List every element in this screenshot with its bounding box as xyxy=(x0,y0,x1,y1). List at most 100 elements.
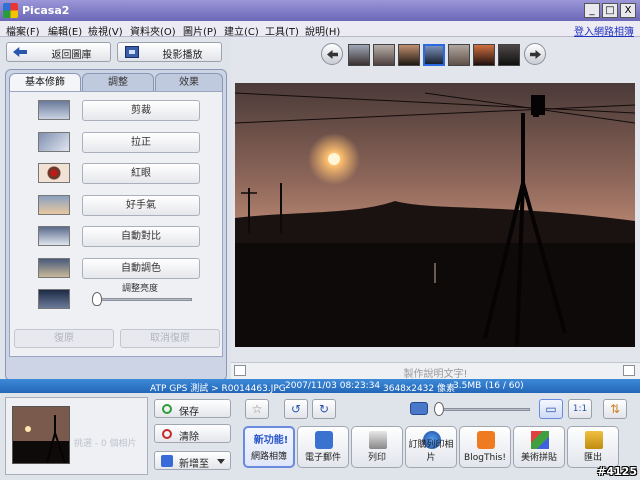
edit-panel: 返回圖庫 投影播放 基本修飾 調整 效果 剪裁 拉正 紅眼 好手氣 自動對比 自… xyxy=(0,37,231,381)
menu-picture[interactable]: 圖片(P) xyxy=(183,23,217,38)
arrow-right-icon xyxy=(530,50,541,59)
hold-label: 保存 xyxy=(179,407,199,418)
slideshow-label: 投影播放 xyxy=(162,50,203,61)
blogger-icon xyxy=(477,431,495,449)
minimize-button[interactable]: _ xyxy=(584,3,600,18)
rotate-right-button[interactable]: ↻ xyxy=(312,399,336,419)
photo-tray-panel: 挑選 - 0 個相片 保存 清除 新增至 ☆ ↺ ↻ ▭ 1:1 ⇅ 新功能! … xyxy=(0,393,640,480)
clear-icon xyxy=(162,429,172,439)
tab-effects[interactable]: 效果 xyxy=(155,73,223,91)
menu-file[interactable]: 檔案(F) xyxy=(6,23,40,38)
add-to-button[interactable]: 新增至 xyxy=(154,451,231,470)
tab-basic-fixes[interactable]: 基本修飾 xyxy=(9,73,81,91)
maximize-button[interactable]: □ xyxy=(602,3,618,18)
tray-thumbnail[interactable] xyxy=(12,406,70,464)
rotate-left-button[interactable]: ↺ xyxy=(284,399,308,419)
caption-input[interactable]: 製作說明文字! xyxy=(231,365,640,380)
menu-folder[interactable]: 資料夾(O) xyxy=(130,23,176,38)
zoom-slider-track[interactable] xyxy=(436,408,530,411)
fill-light-slider-track[interactable] xyxy=(96,298,192,301)
straighten-button[interactable]: 拉正 xyxy=(82,132,200,153)
filmstrip-thumb[interactable] xyxy=(498,44,520,66)
email-label: 電子郵件 xyxy=(304,453,341,463)
crop-preview-icon xyxy=(38,100,70,120)
clear-label: 清除 xyxy=(179,432,199,443)
filmstrip-thumb-selected[interactable] xyxy=(423,44,445,66)
filmstrip-thumb[interactable] xyxy=(448,44,470,66)
tab-tuning[interactable]: 調整 xyxy=(82,73,154,91)
collage-icon xyxy=(531,431,549,449)
new-feature-badge: 新功能! xyxy=(253,435,289,446)
web-album-button[interactable]: 新功能! 網路相簿 xyxy=(243,426,295,468)
hold-button[interactable]: 保存 xyxy=(154,399,231,418)
fit-view-button[interactable]: ▭ xyxy=(539,399,563,419)
order-prints-label: 訂購列印相片 xyxy=(408,440,454,463)
next-photo-button[interactable] xyxy=(524,43,546,65)
caption-trash-icon[interactable] xyxy=(623,365,635,376)
add-to-label: 新增至 xyxy=(179,459,209,470)
menu-edit[interactable]: 編輯(E) xyxy=(48,23,82,38)
email-button[interactable]: 電子郵件 xyxy=(297,426,349,468)
print-button[interactable]: 列印 xyxy=(351,426,403,468)
photo-viewer: 製作說明文字! xyxy=(231,37,640,380)
filmstrip-thumb[interactable] xyxy=(473,44,495,66)
auto-contrast-button[interactable]: 自動對比 xyxy=(82,226,200,247)
window-title: Picasa2 xyxy=(22,4,70,17)
straighten-preview-icon xyxy=(38,132,70,152)
tray-selection-count: 挑選 - 0 個相片 xyxy=(74,439,137,449)
auto-color-preview-icon xyxy=(38,258,70,278)
undo-button[interactable]: 復原 xyxy=(14,329,114,348)
menu-create[interactable]: 建立(C) xyxy=(224,23,259,38)
auto-color-button[interactable]: 自動調色 xyxy=(82,258,200,279)
forum-watermark: #4125 xyxy=(597,465,637,478)
actual-size-button[interactable]: 1:1 xyxy=(568,399,592,419)
export-button[interactable]: 匯出 xyxy=(567,426,619,468)
basic-fixes-panel: 剪裁 拉正 紅眼 好手氣 自動對比 自動調色 調整亮度 復原 取消復原 xyxy=(9,91,223,357)
album-icon xyxy=(161,455,173,467)
red-eye-preview-icon xyxy=(38,163,70,183)
filmstrip-thumb[interactable] xyxy=(398,44,420,66)
crop-button[interactable]: 剪裁 xyxy=(82,100,200,121)
sunset-photo xyxy=(235,83,635,347)
login-web-albums-link[interactable]: 登入網路相簿 xyxy=(574,23,634,38)
menu-bar: 檔案(F) 編輯(E) 檢視(V) 資料夾(O) 圖片(P) 建立(C) 工具(… xyxy=(0,21,640,38)
star-button[interactable]: ☆ xyxy=(245,399,269,419)
back-to-library-button[interactable]: 返回圖庫 xyxy=(6,42,111,62)
status-datetime: 2007/11/03 08:23:34 xyxy=(285,381,381,391)
menu-view[interactable]: 檢視(V) xyxy=(88,23,123,38)
status-bar: ATP GPS 測試 > R0014463.JPG 2007/11/03 08:… xyxy=(0,379,640,394)
filmstrip-thumb[interactable] xyxy=(373,44,395,66)
slideshow-icon xyxy=(125,46,139,58)
auto-contrast-preview-icon xyxy=(38,226,70,246)
fit-zoom-button[interactable]: ⇅ xyxy=(603,399,627,419)
email-icon xyxy=(315,431,333,449)
slideshow-button[interactable]: 投影播放 xyxy=(117,42,222,62)
close-button[interactable]: X xyxy=(620,3,636,18)
menu-tools[interactable]: 工具(T) xyxy=(265,23,299,38)
clear-button[interactable]: 清除 xyxy=(154,424,231,443)
im-feeling-lucky-button[interactable]: 好手氣 xyxy=(82,195,200,216)
filmstrip-thumb[interactable] xyxy=(348,44,370,66)
fill-light-label: 調整亮度 xyxy=(122,284,159,294)
camera-icon xyxy=(410,402,428,415)
arrow-left-icon xyxy=(327,50,338,59)
fill-light-slider-handle[interactable] xyxy=(92,292,102,306)
hold-icon xyxy=(162,404,172,414)
blogthis-button[interactable]: BlogThis! xyxy=(459,426,511,468)
main-photo[interactable] xyxy=(235,83,635,347)
redo-button[interactable]: 取消復原 xyxy=(120,329,220,348)
picasa-logo-icon xyxy=(3,3,18,18)
previous-photo-button[interactable] xyxy=(321,43,343,65)
order-prints-button[interactable]: 訂購列印相片 xyxy=(405,426,457,468)
status-position: (16 / 60) xyxy=(485,381,524,391)
caption-bar: 製作說明文字! xyxy=(231,362,640,380)
menu-help[interactable]: 說明(H) xyxy=(305,23,340,38)
collage-button[interactable]: 美術拼貼 xyxy=(513,426,565,468)
lucky-preview-icon xyxy=(38,195,70,215)
status-file-size: 3.5MB xyxy=(453,381,482,391)
collage-label: 美術拼貼 xyxy=(520,453,557,463)
back-to-library-label: 返回圖庫 xyxy=(51,50,92,61)
filmstrip xyxy=(321,42,551,68)
red-eye-button[interactable]: 紅眼 xyxy=(82,163,200,184)
zoom-slider-handle[interactable] xyxy=(434,402,444,416)
